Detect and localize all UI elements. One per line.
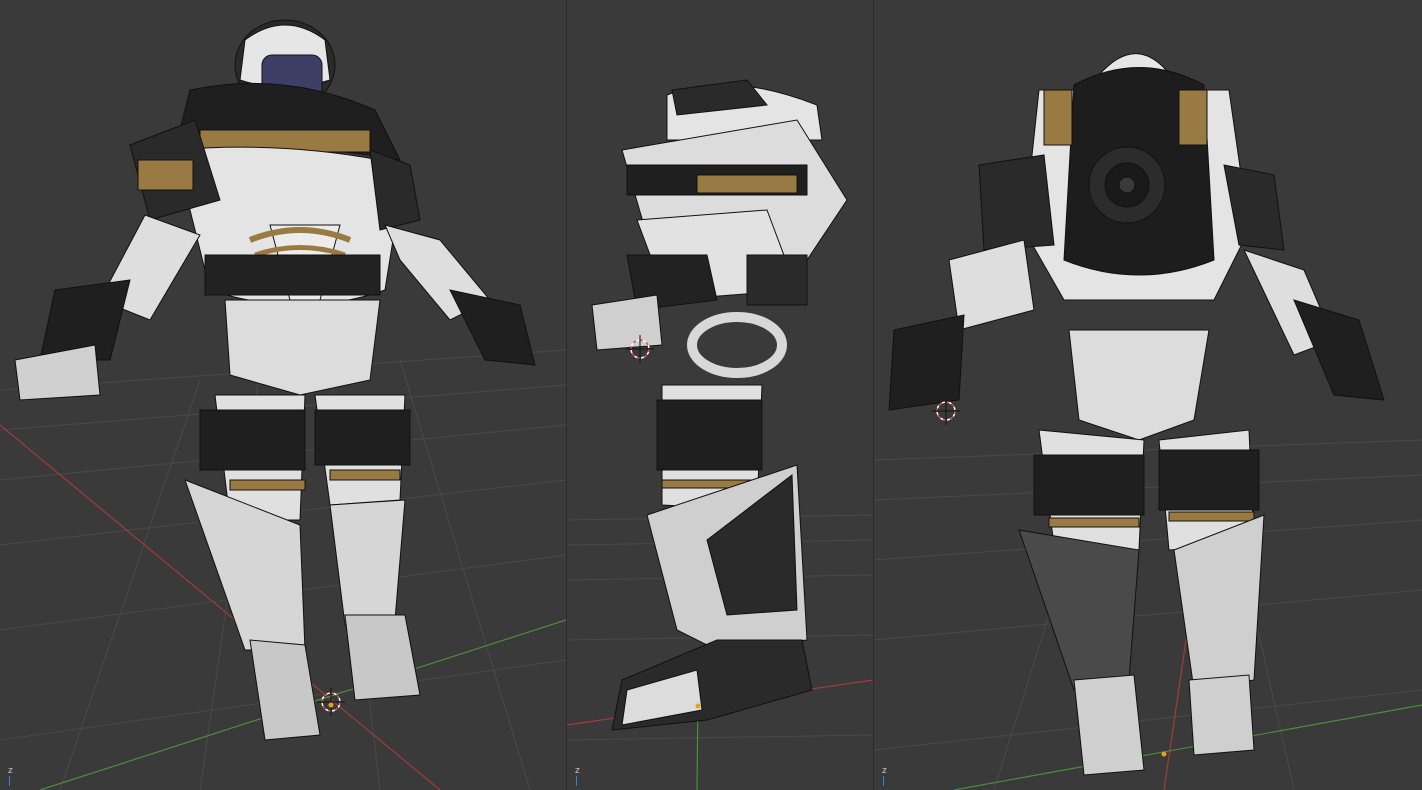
axis-label-z: z	[575, 766, 580, 776]
viewport-back[interactable]: z	[874, 0, 1422, 790]
origin-point-icon[interactable]	[1161, 751, 1167, 757]
axis-gizmo-icon: z	[6, 766, 26, 786]
blender-workspace: z z z	[0, 0, 1422, 790]
axis-label-z: z	[8, 766, 13, 776]
floor-grid	[874, 434, 1422, 790]
axis-z-line	[883, 776, 884, 786]
viewport-side-scene[interactable]	[567, 0, 873, 790]
armor-model-front[interactable]	[14, 19, 536, 741]
viewport-front-scene[interactable]	[0, 0, 566, 790]
axis-z-line	[576, 776, 577, 786]
y-axis-line	[953, 704, 1422, 790]
origin-point-icon[interactable]	[695, 703, 701, 709]
axis-label-z: z	[882, 766, 887, 776]
axis-gizmo-icon: z	[573, 766, 593, 786]
viewport-front[interactable]: z	[0, 0, 566, 790]
axis-gizmo-icon: z	[880, 766, 900, 786]
viewport-side[interactable]: z	[567, 0, 873, 790]
armor-model-back[interactable]	[888, 53, 1385, 776]
axis-z-line	[9, 776, 10, 786]
origin-point-icon[interactable]	[328, 702, 334, 708]
viewport-back-scene[interactable]	[874, 0, 1422, 790]
armor-model-side[interactable]	[591, 79, 848, 731]
